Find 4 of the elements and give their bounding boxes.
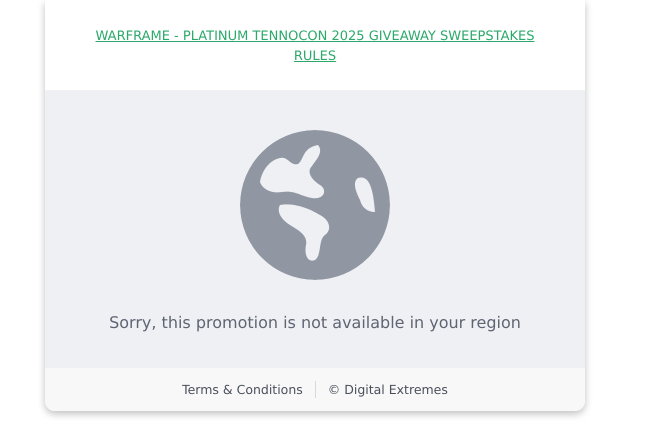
copyright-text: © Digital Extremes (328, 382, 448, 397)
globe-icon (240, 130, 390, 280)
unavailable-message: Sorry, this promotion is not available in your region (109, 313, 521, 332)
terms-link[interactable]: Terms & Conditions (182, 382, 303, 397)
